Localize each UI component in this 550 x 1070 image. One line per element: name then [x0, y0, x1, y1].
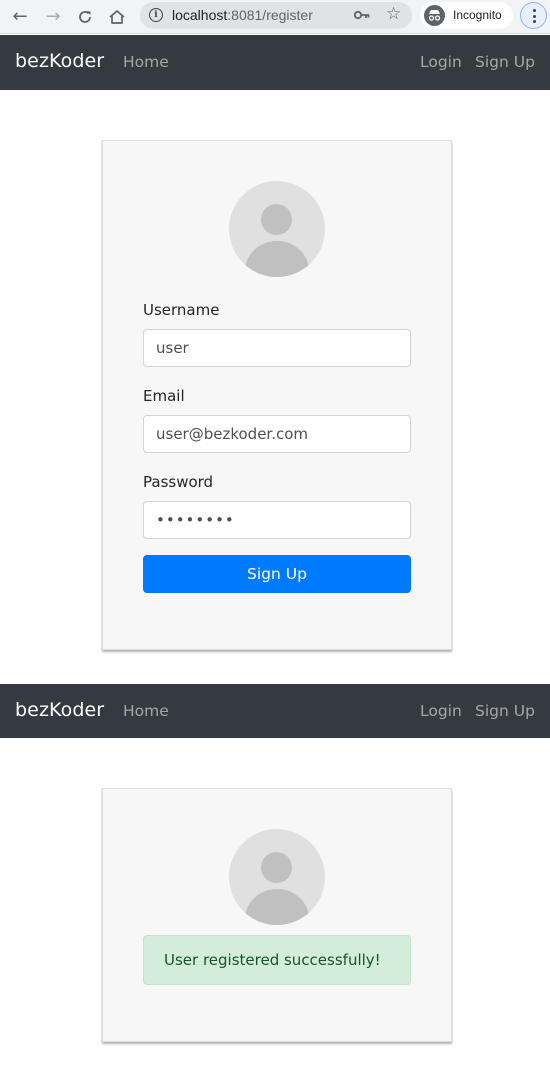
incognito-badge[interactable]: Incognito — [420, 2, 513, 29]
signup-button[interactable]: Sign Up — [143, 555, 411, 593]
navbar-brand[interactable]: bezKoder — [15, 50, 104, 72]
key-icon[interactable] — [353, 8, 370, 26]
nav-link-login[interactable]: Login — [420, 53, 462, 71]
back-arrow-icon[interactable]: ← — [8, 5, 32, 29]
url-host: localhost — [172, 7, 228, 23]
home-icon[interactable] — [105, 5, 129, 29]
success-alert: User registered successfully! — [143, 935, 411, 985]
email-label: Email — [143, 387, 185, 405]
password-label: Password — [143, 473, 214, 491]
username-label: Username — [143, 301, 220, 319]
menu-icon[interactable] — [520, 2, 547, 29]
star-icon[interactable]: ☆ — [386, 4, 401, 24]
incognito-icon — [424, 5, 445, 26]
reload-icon[interactable] — [73, 5, 97, 29]
email-input[interactable] — [143, 415, 411, 453]
success-card: User registered successfully! — [102, 788, 452, 1042]
address-bar[interactable]: i localhost:8081/register ☆ — [140, 2, 412, 29]
nav-link-login[interactable]: Login — [420, 702, 462, 720]
nav-link-home[interactable]: Home — [123, 53, 169, 71]
avatar-body — [245, 889, 309, 925]
nav-link-home[interactable]: Home — [123, 702, 169, 720]
url-path: :8081/register — [227, 7, 313, 23]
nav-link-signup[interactable]: Sign Up — [475, 702, 535, 720]
forward-arrow-icon[interactable]: → — [41, 5, 65, 29]
info-icon[interactable]: i — [149, 8, 163, 22]
avatar — [229, 829, 325, 925]
password-input[interactable] — [143, 501, 411, 539]
username-input[interactable] — [143, 329, 411, 367]
avatar-body — [245, 241, 309, 277]
incognito-label: Incognito — [453, 8, 502, 22]
avatar-head — [261, 204, 292, 235]
avatar-head — [261, 852, 292, 883]
browser-toolbar: ← → i localhost:8081/register ☆ Incognit… — [0, 0, 550, 34]
app-navbar: bezKoder Home Login Sign Up — [0, 35, 550, 90]
url-text[interactable]: localhost:8081/register — [172, 7, 313, 23]
nav-link-signup[interactable]: Sign Up — [475, 53, 535, 71]
register-card: Username Email Password Sign Up — [102, 140, 452, 650]
avatar — [229, 181, 325, 277]
app-navbar-success: bezKoder Home Login Sign Up — [0, 684, 550, 738]
navbar-brand[interactable]: bezKoder — [15, 699, 104, 721]
